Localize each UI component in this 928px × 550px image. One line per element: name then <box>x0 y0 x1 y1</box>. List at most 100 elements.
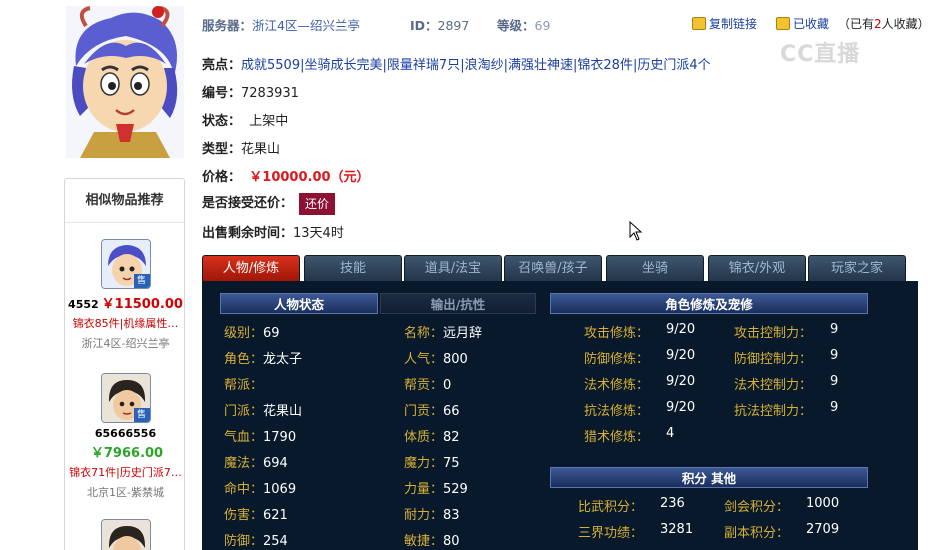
stat-value: 1790 <box>263 430 297 445</box>
server-value: 浙江4区—绍兴兰亭 <box>252 18 360 33</box>
stat-row: 级别：69 <box>224 322 280 341</box>
tab-character[interactable]: 人物/修炼 <box>202 255 300 281</box>
stat-row: 法术控制力： 9 <box>734 374 838 393</box>
stat-row: 抗法修炼： 9/20 <box>584 400 695 419</box>
time-label: 出售剩余时间： <box>202 226 294 241</box>
points-key: 剑会积分： <box>724 500 790 515</box>
stat-row: 帮派： <box>224 374 263 393</box>
copy-link-label: 复制链接 <box>709 17 758 31</box>
stat-key: 法术控制力： <box>734 378 813 393</box>
stat-value: 75 <box>443 456 460 471</box>
copy-link-button[interactable]: 复制链接 <box>692 15 757 32</box>
stat-key: 抗法控制力： <box>734 404 813 419</box>
points-value: 2709 <box>806 522 840 537</box>
fav-count-prefix: （已有 <box>838 17 875 31</box>
highlights-label: 亮点： <box>202 58 242 73</box>
stat-row: 猎术修炼： 4 <box>584 426 674 445</box>
highlights-row: 亮点：成就5509|坐骑成长完美|限量祥瑞7只|浪淘纱|满强壮神速|锦衣28件|… <box>202 54 711 73</box>
stat-value: 9 <box>830 322 839 337</box>
stat-key: 敏捷： <box>404 534 444 549</box>
stat-row: 力量：529 <box>404 478 468 497</box>
stat-value: 远月辞 <box>443 326 483 341</box>
sidebar-title: 相似物品推荐 <box>65 179 184 223</box>
status-label: 状态： <box>202 114 242 129</box>
recommended-item-server: 浙江4区-绍兴兰亭 <box>81 337 170 350</box>
stat-value: 花果山 <box>263 404 303 419</box>
stat-value: 9 <box>830 374 839 389</box>
recommended-item[interactable]: 售 4552 ￥11500.00 锦衣85件|机缘属性… 浙江4区-绍兴兰亭 <box>65 239 186 351</box>
type-label: 类型： <box>202 142 242 157</box>
favorite-button[interactable]: 已收藏 <box>776 15 829 32</box>
stat-row: 命中：1069 <box>224 478 296 497</box>
points-title: 积分 其他 <box>550 467 868 488</box>
stat-row: 魔力：75 <box>404 452 460 471</box>
stat-key: 人气： <box>404 352 444 367</box>
stat-key: 角色： <box>224 352 264 367</box>
stat-value: 254 <box>263 534 288 549</box>
mouse-cursor-icon <box>629 221 643 241</box>
stat-row: 人气：800 <box>404 348 468 367</box>
recommended-item-id: 65666556 <box>94 427 157 440</box>
recommended-item[interactable]: 售 65666556 ￥7966.00 锦衣71件|历史门派7… 北京1区-紫禁… <box>65 373 186 500</box>
recommended-item-avatar[interactable]: 售 <box>100 373 151 423</box>
stat-row: 防御：254 <box>224 530 288 549</box>
stat-value: 9/20 <box>666 400 696 415</box>
stat-key: 攻击修炼： <box>584 326 650 341</box>
stat-value: 龙太子 <box>263 352 303 367</box>
stat-row: 攻击控制力： 9 <box>734 322 838 341</box>
stat-value: 80 <box>443 534 460 549</box>
stat-row: 法术修炼： 9/20 <box>584 374 695 393</box>
stat-key: 防御： <box>224 534 264 549</box>
recommended-item-avatar[interactable] <box>100 519 151 550</box>
status-row: 状态： 上架中 <box>202 110 288 129</box>
tab-pets[interactable]: 召唤兽/孩子 <box>504 255 602 281</box>
stat-key: 帮贡： <box>404 378 444 393</box>
points-value: 1000 <box>806 496 840 511</box>
tab-home[interactable]: 玩家之家 <box>808 255 906 281</box>
highlight-item[interactable]: 成就5509 <box>241 58 300 73</box>
cc-watermark: CC直播 <box>780 42 861 67</box>
detail-tabs: 人物/修炼 技能 道具/法宝 召唤兽/孩子 坐骑 锦衣/外观 玩家之家 <box>202 255 918 281</box>
bargain-row: 是否接受还价： 还价 <box>202 192 336 215</box>
stat-value: 529 <box>443 482 468 497</box>
stat-row: 帮贡：0 <box>404 374 451 393</box>
recommended-item-server: 北京1区-紫禁城 <box>87 486 164 499</box>
stat-key: 魔力： <box>404 456 444 471</box>
price-value: ￥10000.00（元） <box>249 170 370 185</box>
stat-row: 抗法控制力： 9 <box>734 400 838 419</box>
stat-key: 猎术修炼： <box>584 430 650 445</box>
highlight-item[interactable]: 浪淘纱 <box>465 58 504 73</box>
highlight-item[interactable]: 锦衣28件 <box>577 58 633 73</box>
highlight-item[interactable]: 限量祥瑞7只 <box>387 58 460 73</box>
stat-key: 帮派： <box>224 378 264 393</box>
stat-row: 伤害：621 <box>224 504 288 523</box>
points-key: 比武积分： <box>578 500 644 515</box>
stat-key: 门派： <box>224 404 264 419</box>
stat-row: 耐力：83 <box>404 504 460 523</box>
stat-row: 防御修炼： 9/20 <box>584 348 695 367</box>
stat-key: 魔法： <box>224 456 264 471</box>
stat-key: 体质： <box>404 430 444 445</box>
number-row: 编号：7283931 <box>202 82 299 101</box>
highlight-item[interactable]: 坐骑成长完美 <box>305 58 383 73</box>
recommended-item-avatar[interactable]: 售 <box>100 239 151 289</box>
highlight-item[interactable]: 满强壮神速 <box>508 58 573 73</box>
stat-key: 气血： <box>224 430 264 445</box>
recommended-item[interactable] <box>65 519 186 550</box>
price-row: 价格： ￥10000.00（元） <box>202 166 370 185</box>
stat-row: 敏捷：80 <box>404 530 460 549</box>
tab-skills[interactable]: 技能 <box>304 255 402 281</box>
stat-value: 694 <box>263 456 288 471</box>
stat-value: 0 <box>443 378 452 393</box>
tab-mounts[interactable]: 坐骑 <box>606 255 704 281</box>
tab-outfits[interactable]: 锦衣/外观 <box>708 255 806 281</box>
server-info: 服务器：浙江4区—绍兴兰亭 <box>202 15 360 34</box>
recommended-item-price: ￥11500.00 <box>101 297 183 312</box>
bargain-button[interactable]: 还价 <box>299 192 336 215</box>
time-value: 13天4时 <box>293 226 344 241</box>
tab-items[interactable]: 道具/法宝 <box>404 255 502 281</box>
points-row: 剑会积分： 1000 <box>724 496 839 515</box>
highlight-item[interactable]: 历史门派4个 <box>637 58 710 73</box>
subtab-resist[interactable]: 输出/抗性 <box>380 293 536 314</box>
subtab-status[interactable]: 人物状态 <box>220 293 378 314</box>
